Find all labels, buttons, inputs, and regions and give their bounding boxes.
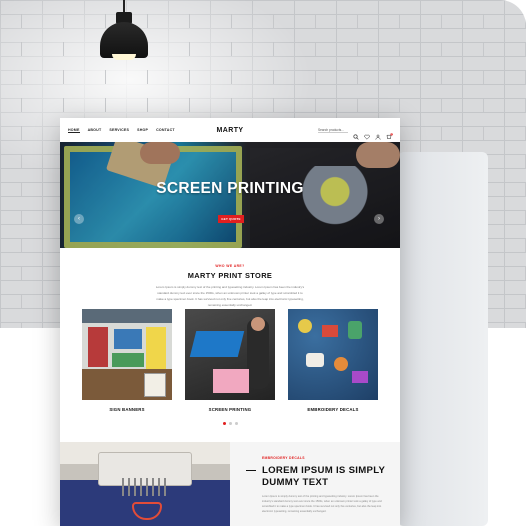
about-title: MARTY PRINT STORE (187, 271, 273, 280)
product-card-sign-banners[interactable]: SIGN BANNERS (82, 309, 172, 412)
product-categories: SIGN BANNERS SCREEN PRINTING EMBROIDERY … (82, 309, 378, 412)
user-icon[interactable] (375, 127, 381, 140)
about-section: WHO WE ARE? MARTY PRINT STORE Lorem Ipsu… (60, 248, 400, 308)
embroidery-decals-image[interactable] (288, 309, 378, 400)
product-card-screen-printing[interactable]: SCREEN PRINTING (185, 309, 275, 412)
carousel-dot[interactable] (229, 422, 232, 425)
hero-slider: SCREEN PRINTING GET QUOTE ‹ › (60, 142, 400, 248)
top-navigation: HOME ABOUT SERVICES SHOP CONTACT MARTY S… (60, 118, 400, 142)
website-page: HOME ABOUT SERVICES SHOP CONTACT MARTY S… (60, 118, 400, 526)
feature-section: EMBROIDERY DECALS LOREM IPSUM IS SIMPLY … (60, 442, 400, 526)
feature-body: Lorem Ipsum is simply dummy text of the … (262, 495, 382, 513)
lamp-bulb (112, 54, 136, 60)
nav-link-about[interactable]: ABOUT (88, 128, 102, 132)
hero-cta-button[interactable]: GET QUOTE (218, 215, 244, 223)
nav-link-shop[interactable]: SHOP (137, 128, 148, 132)
slider-next-arrow-icon[interactable]: › (374, 214, 384, 224)
nav-utilities: Search products... 0 (318, 127, 393, 140)
product-card-embroidery-decals[interactable]: EMBROIDERY DECALS (288, 309, 378, 412)
sign-banners-image[interactable] (82, 309, 172, 400)
slider-prev-arrow-icon[interactable]: ‹ (74, 214, 84, 224)
hero-title: SCREEN PRINTING (156, 180, 304, 197)
screen-printing-image[interactable] (185, 309, 275, 400)
carousel-dot[interactable] (223, 422, 226, 425)
search-input[interactable]: Search products... (318, 128, 348, 133)
heart-icon[interactable] (364, 127, 370, 140)
about-kicker: WHO WE ARE? (215, 264, 245, 268)
carousel-dot[interactable] (235, 422, 238, 425)
about-description: Lorem Ipsum is simply dummy text of the … (155, 285, 305, 307)
nav-link-contact[interactable]: CONTACT (156, 128, 175, 132)
product-caption: SCREEN PRINTING (208, 407, 252, 412)
nav-link-services[interactable]: SERVICES (109, 128, 129, 132)
mockup-stage: HOME ABOUT SERVICES SHOP CONTACT MARTY S… (0, 0, 526, 526)
embroidery-machine-image (60, 442, 230, 526)
site-logo[interactable]: MARTY (217, 127, 244, 134)
product-caption: SIGN BANNERS (109, 407, 145, 412)
feature-heading: LOREM IPSUM IS SIMPLY DUMMY TEXT (262, 465, 386, 488)
carousel-dots (223, 422, 238, 425)
nav-link-home[interactable]: HOME (68, 128, 80, 133)
product-caption: EMBROIDERY DECALS (307, 407, 359, 412)
heading-dash (246, 470, 256, 471)
search-icon[interactable] (353, 127, 359, 140)
feature-kicker: EMBROIDERY DECALS (262, 456, 305, 460)
nav-links: HOME ABOUT SERVICES SHOP CONTACT (68, 128, 175, 133)
device-back-panel (398, 152, 488, 526)
cart-icon[interactable]: 0 (386, 127, 393, 139)
